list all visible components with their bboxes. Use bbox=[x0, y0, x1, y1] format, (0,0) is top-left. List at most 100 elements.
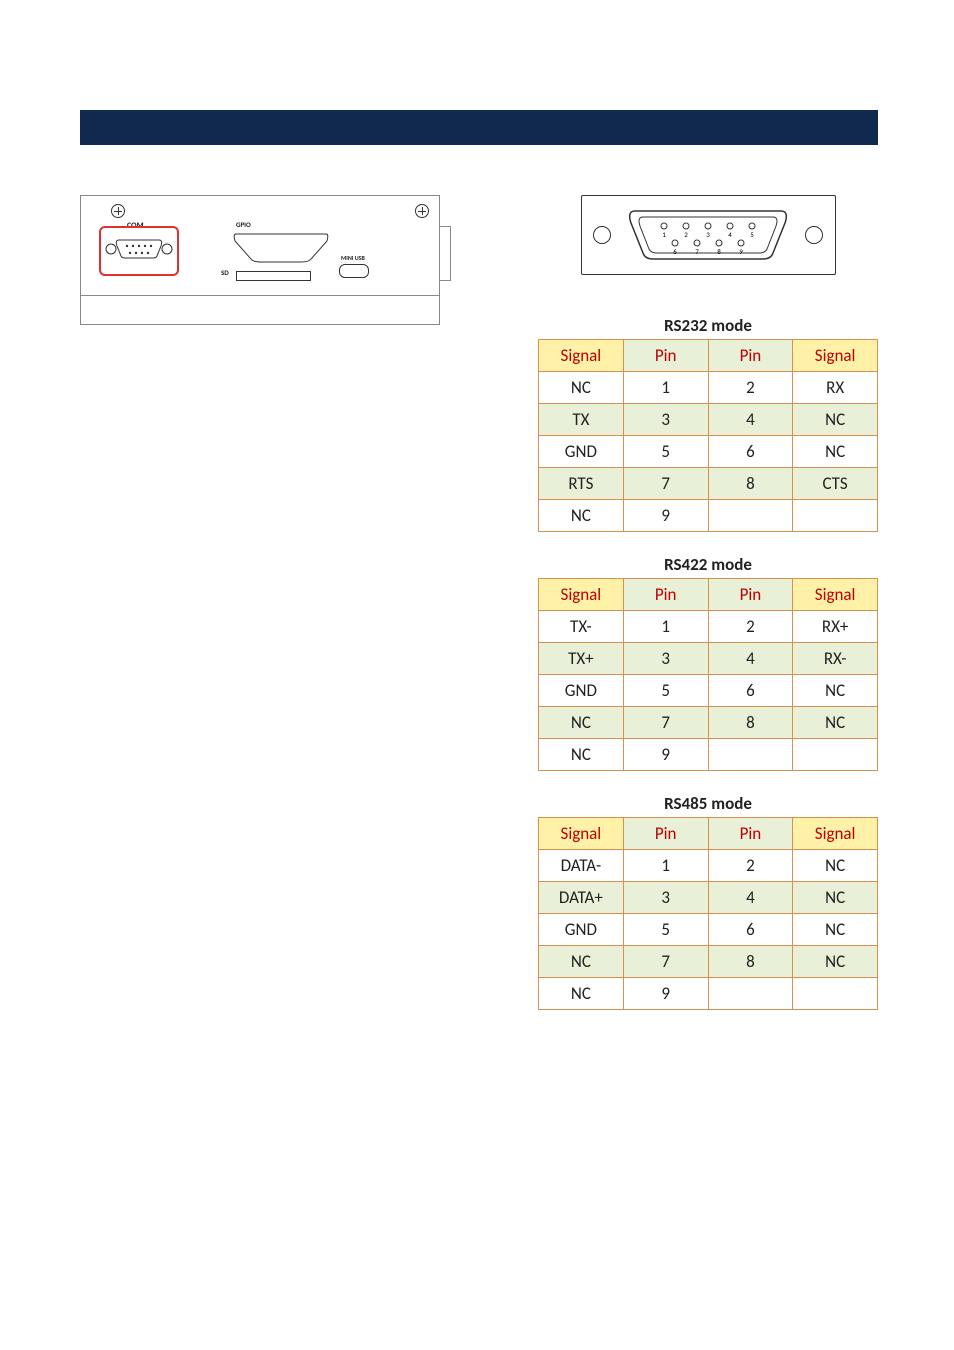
table-cell: NC bbox=[793, 404, 878, 436]
table-header-cell: Signal bbox=[793, 340, 878, 372]
sd-slot-icon bbox=[236, 271, 311, 281]
pinout-table: SignalPinPinSignalNC12RXTX34NCGND56NCRTS… bbox=[538, 339, 878, 532]
table-cell: 4 bbox=[708, 643, 793, 675]
table-cell: 8 bbox=[708, 946, 793, 978]
table-cell: NC bbox=[539, 739, 624, 771]
table-cell: 9 bbox=[623, 978, 708, 1010]
screw-icon bbox=[111, 204, 125, 218]
table-cell: 4 bbox=[708, 404, 793, 436]
table-cell: RX+ bbox=[793, 611, 878, 643]
table-cell: 3 bbox=[623, 643, 708, 675]
table-cell: GND bbox=[539, 436, 624, 468]
table-cell: TX- bbox=[539, 611, 624, 643]
table-cell: 5 bbox=[623, 675, 708, 707]
db9-mini-icon bbox=[105, 234, 173, 264]
table-cell: TX bbox=[539, 404, 624, 436]
table-cell: NC bbox=[539, 707, 624, 739]
table-header-cell: Pin bbox=[708, 818, 793, 850]
table-title: RS232 mode bbox=[538, 315, 878, 336]
table-header-cell: Signal bbox=[539, 818, 624, 850]
svg-text:1: 1 bbox=[662, 230, 666, 239]
table-row: NC9 bbox=[539, 500, 878, 532]
db9-connector-diagram: 1 2 3 4 5 6 7 8 9 bbox=[581, 195, 836, 275]
table-cell: 2 bbox=[708, 372, 793, 404]
device-diagram: COM GPIO MINI USB bbox=[80, 195, 440, 325]
screw-icon bbox=[415, 204, 429, 218]
svg-text:7: 7 bbox=[695, 247, 699, 256]
gpio-connector-icon bbox=[231, 229, 331, 264]
table-cell: GND bbox=[539, 675, 624, 707]
left-column: COM GPIO MINI USB bbox=[80, 195, 440, 1032]
table-header-cell: Signal bbox=[539, 340, 624, 372]
table-cell: RTS bbox=[539, 468, 624, 500]
table-cell: 2 bbox=[708, 611, 793, 643]
table-cell bbox=[708, 739, 793, 771]
table-cell: 6 bbox=[708, 675, 793, 707]
table-row: TX-12RX+ bbox=[539, 611, 878, 643]
table-cell: NC bbox=[793, 882, 878, 914]
pinout-table-block: RS422 modeSignalPinPinSignalTX-12RX+TX+3… bbox=[538, 554, 878, 771]
svg-text:6: 6 bbox=[673, 247, 677, 256]
table-title: RS422 mode bbox=[538, 554, 878, 575]
table-cell: 8 bbox=[708, 468, 793, 500]
table-cell: 7 bbox=[623, 707, 708, 739]
db9-shell-icon: 1 2 3 4 5 6 7 8 9 bbox=[623, 207, 793, 263]
pinout-table: SignalPinPinSignalTX-12RX+TX+34RX-GND56N… bbox=[538, 578, 878, 771]
table-cell: 1 bbox=[623, 611, 708, 643]
table-cell: 5 bbox=[623, 914, 708, 946]
right-column: 1 2 3 4 5 6 7 8 9 RS232 modeSignalPinPin… bbox=[538, 195, 878, 1032]
table-cell: 7 bbox=[623, 468, 708, 500]
table-cell: 3 bbox=[623, 404, 708, 436]
table-header-cell: Pin bbox=[708, 579, 793, 611]
table-header-cell: Signal bbox=[793, 818, 878, 850]
header-bar bbox=[80, 110, 878, 145]
table-row: NC9 bbox=[539, 978, 878, 1010]
mount-hole-icon bbox=[593, 226, 611, 244]
table-row: TX+34RX- bbox=[539, 643, 878, 675]
pinout-table-block: RS485 modeSignalPinPinSignalDATA-12NCDAT… bbox=[538, 793, 878, 1010]
pinout-table: SignalPinPinSignalDATA-12NCDATA+34NCGND5… bbox=[538, 817, 878, 1010]
sd-label: SD bbox=[221, 268, 229, 277]
table-cell: NC bbox=[793, 850, 878, 882]
table-cell: TX+ bbox=[539, 643, 624, 675]
table-cell: 3 bbox=[623, 882, 708, 914]
mini-usb-icon bbox=[339, 264, 369, 278]
table-cell: NC bbox=[793, 436, 878, 468]
table-header-cell: Pin bbox=[623, 818, 708, 850]
table-title: RS485 mode bbox=[538, 793, 878, 814]
table-row: RTS78CTS bbox=[539, 468, 878, 500]
table-cell: 5 bbox=[623, 436, 708, 468]
table-row: NC9 bbox=[539, 739, 878, 771]
table-cell: NC bbox=[539, 500, 624, 532]
table-cell: NC bbox=[793, 946, 878, 978]
svg-text:2: 2 bbox=[684, 230, 688, 239]
table-cell: GND bbox=[539, 914, 624, 946]
gpio-label: GPIO bbox=[236, 220, 251, 229]
table-row: NC78NC bbox=[539, 946, 878, 978]
svg-text:4: 4 bbox=[728, 230, 732, 239]
table-row: NC12RX bbox=[539, 372, 878, 404]
content-area: COM GPIO MINI USB bbox=[80, 195, 878, 1032]
table-row: DATA+34NC bbox=[539, 882, 878, 914]
table-header-cell: Pin bbox=[708, 340, 793, 372]
table-cell: 6 bbox=[708, 914, 793, 946]
table-cell: NC bbox=[539, 978, 624, 1010]
table-cell: CTS bbox=[793, 468, 878, 500]
table-cell: 9 bbox=[623, 500, 708, 532]
table-header-cell: Pin bbox=[623, 340, 708, 372]
table-cell: RX- bbox=[793, 643, 878, 675]
table-cell: 1 bbox=[623, 850, 708, 882]
mount-hole-icon bbox=[805, 226, 823, 244]
table-cell: 1 bbox=[623, 372, 708, 404]
table-cell: DATA- bbox=[539, 850, 624, 882]
table-cell bbox=[708, 978, 793, 1010]
table-cell: NC bbox=[793, 707, 878, 739]
table-header-cell: Signal bbox=[793, 579, 878, 611]
table-cell: DATA+ bbox=[539, 882, 624, 914]
table-cell: 4 bbox=[708, 882, 793, 914]
table-cell bbox=[793, 739, 878, 771]
pinout-table-block: RS232 modeSignalPinPinSignalNC12RXTX34NC… bbox=[538, 315, 878, 532]
table-header-cell: Pin bbox=[623, 579, 708, 611]
table-cell: NC bbox=[793, 675, 878, 707]
svg-text:9: 9 bbox=[739, 247, 743, 256]
